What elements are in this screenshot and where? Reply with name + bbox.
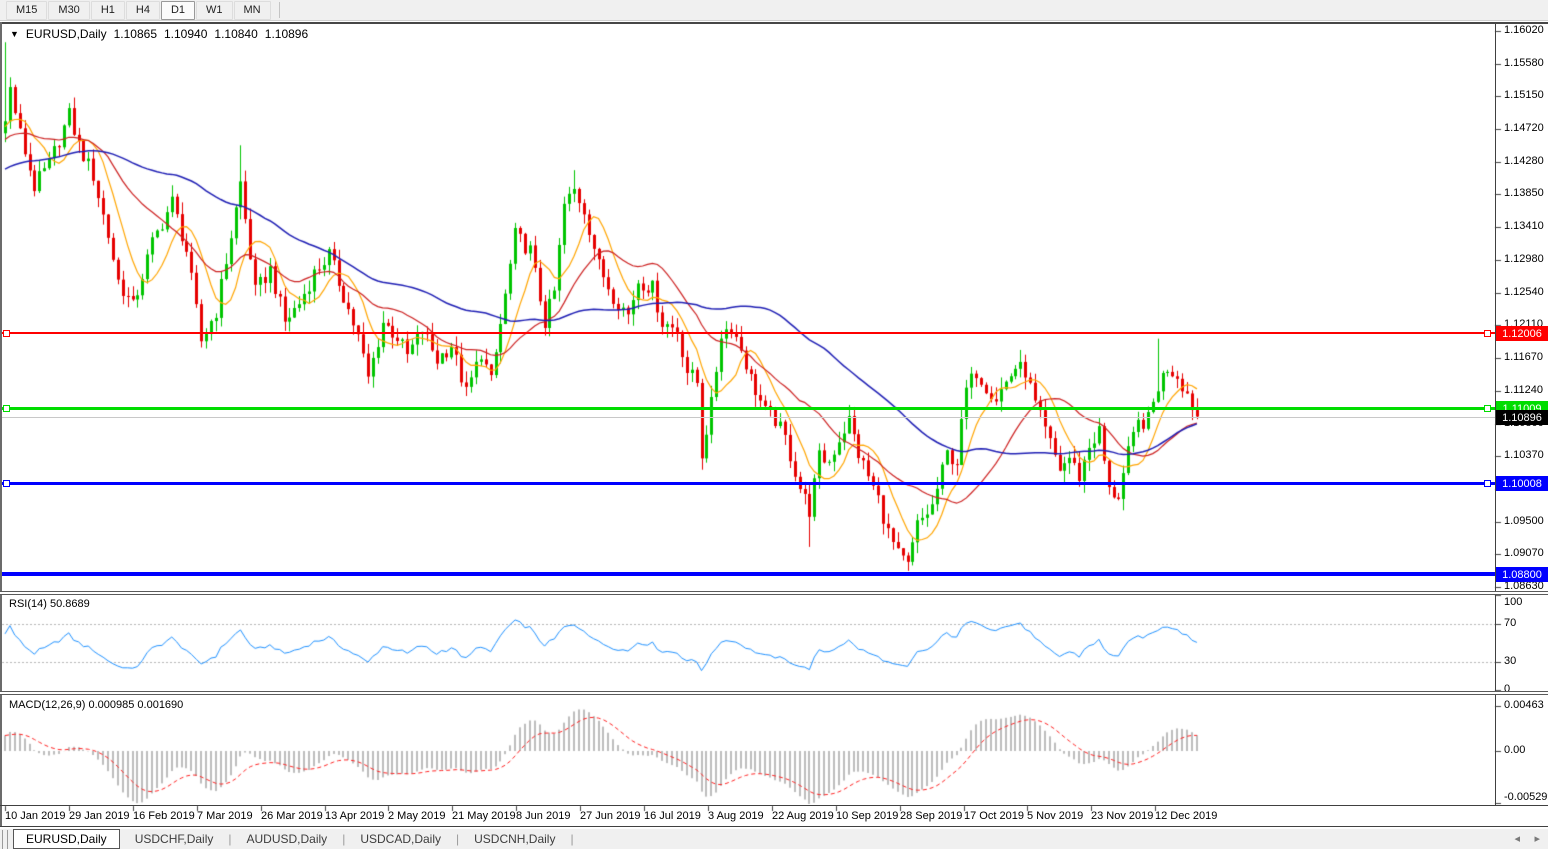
hline-handle-right-support-blue[interactable] bbox=[1484, 480, 1491, 487]
rsi-panel-splitter[interactable] bbox=[0, 591, 1548, 595]
ohlc-open: 1.10865 bbox=[114, 27, 157, 41]
price-axis-label: 1.13410 bbox=[1504, 220, 1544, 232]
price-axis-label: 1.11240 bbox=[1504, 384, 1543, 396]
tab-audusd-daily[interactable]: AUDUSD,Daily bbox=[232, 830, 343, 848]
date-label: 7 Mar 2019 bbox=[197, 810, 253, 822]
tab-usdcnh-daily[interactable]: USDCNH,Daily bbox=[459, 830, 570, 848]
price-axis-label: 1.13850 bbox=[1504, 187, 1544, 199]
symbol-label: EURUSD,Daily bbox=[26, 27, 107, 41]
rsi-axis-label: 30 bbox=[1504, 655, 1516, 667]
date-label: 3 Aug 2019 bbox=[708, 810, 764, 822]
timeframe-button-d1[interactable]: D1 bbox=[161, 1, 195, 20]
tab-usdchf-daily[interactable]: USDCHF,Daily bbox=[120, 830, 229, 848]
window-bottom-frame bbox=[0, 826, 1548, 827]
macd-title: MACD(12,26,9) 0.000985 0.001690 bbox=[9, 699, 183, 711]
tab-usdcad-daily[interactable]: USDCAD,Daily bbox=[345, 830, 456, 848]
date-label: 29 Jan 2019 bbox=[69, 810, 130, 822]
date-label: 17 Oct 2019 bbox=[964, 810, 1024, 822]
hline-handle-right-resistance-red[interactable] bbox=[1484, 330, 1491, 337]
timeframe-button-m15[interactable]: M15 bbox=[6, 1, 47, 20]
date-label: 10 Jan 2019 bbox=[5, 810, 66, 822]
price-axis-label: 1.09070 bbox=[1504, 547, 1544, 559]
macd-bottom-frame bbox=[0, 805, 1548, 806]
macd-panel-splitter[interactable] bbox=[0, 691, 1548, 695]
chart-tab-bar: EURUSD,DailyUSDCHF,Daily|AUDUSD,Daily|US… bbox=[0, 828, 1548, 849]
chevron-down-icon: ▼ bbox=[10, 29, 19, 39]
ohlc-close: 1.10896 bbox=[265, 27, 308, 41]
hline-current-price[interactable] bbox=[2, 417, 1495, 418]
price-axis-label: 1.09500 bbox=[1504, 515, 1544, 527]
price-axis-label: 1.12980 bbox=[1504, 253, 1544, 265]
price-badge-current-price: 1.10896 bbox=[1496, 410, 1548, 425]
macd-axis-label: 0.00463 bbox=[1504, 699, 1544, 711]
timeframe-button-h1[interactable]: H1 bbox=[91, 1, 125, 20]
hline-handle-left-resistance-green[interactable] bbox=[3, 405, 10, 412]
macd-axis-label: -0.005299 bbox=[1504, 791, 1548, 803]
price-axis-label: 1.10370 bbox=[1504, 449, 1544, 461]
window-left-frame bbox=[0, 22, 2, 827]
ohlc-high: 1.10940 bbox=[164, 27, 207, 41]
timeframe-toolbar: M15M30H1H4D1W1MN bbox=[0, 0, 1548, 21]
hline-support-blue-low[interactable] bbox=[2, 572, 1495, 576]
hline-resistance-green[interactable] bbox=[2, 407, 1495, 410]
price-axis-label: 1.11670 bbox=[1504, 351, 1543, 363]
window-top-frame bbox=[0, 22, 1548, 24]
price-axis-label: 1.14280 bbox=[1504, 155, 1544, 167]
date-label: 12 Dec 2019 bbox=[1155, 810, 1217, 822]
date-label: 16 Feb 2019 bbox=[133, 810, 195, 822]
rsi-axis-label: 70 bbox=[1504, 617, 1516, 629]
hline-resistance-red[interactable] bbox=[2, 332, 1495, 334]
timeframe-button-h4[interactable]: H4 bbox=[126, 1, 160, 20]
date-label: 26 Mar 2019 bbox=[261, 810, 323, 822]
timeframe-button-mn[interactable]: MN bbox=[234, 1, 271, 20]
price-axis-label: 1.12540 bbox=[1504, 286, 1544, 298]
date-label: 28 Sep 2019 bbox=[900, 810, 962, 822]
hline-handle-left-support-blue[interactable] bbox=[3, 480, 10, 487]
hline-support-blue[interactable] bbox=[2, 482, 1495, 485]
date-label: 16 Jul 2019 bbox=[644, 810, 701, 822]
tab-eurusd-daily[interactable]: EURUSD,Daily bbox=[13, 829, 120, 849]
date-label: 23 Nov 2019 bbox=[1091, 810, 1153, 822]
hline-handle-right-resistance-green[interactable] bbox=[1484, 405, 1491, 412]
date-label: 13 Apr 2019 bbox=[325, 810, 384, 822]
macd-axis-label: 0.00 bbox=[1504, 744, 1525, 756]
date-label: 8 Jun 2019 bbox=[516, 810, 570, 822]
timeframe-button-w1[interactable]: W1 bbox=[196, 1, 233, 20]
ohlc-low: 1.10840 bbox=[214, 27, 257, 41]
hline-handle-left-resistance-red[interactable] bbox=[3, 330, 10, 337]
rsi-axis-label: 100 bbox=[1504, 596, 1522, 608]
price-badge-support-blue: 1.10008 bbox=[1496, 476, 1548, 491]
date-label: 5 Nov 2019 bbox=[1027, 810, 1083, 822]
date-label: 2 May 2019 bbox=[388, 810, 445, 822]
tabbar-grip[interactable] bbox=[2, 830, 8, 849]
chart-legend: ▼ EURUSD,Daily 1.10865 1.10940 1.10840 1… bbox=[10, 27, 308, 41]
tab-separator: | bbox=[570, 832, 573, 846]
price-axis-label: 1.15580 bbox=[1504, 57, 1544, 69]
price-axis-label: 1.16020 bbox=[1504, 24, 1544, 36]
mt4-chart-window: M15M30H1H4D1W1MN ▼ EURUSD,Daily 1.10865 … bbox=[0, 0, 1548, 849]
tab-scroll-right-button[interactable]: ▸ bbox=[1534, 832, 1540, 845]
timeframe-button-m30[interactable]: M30 bbox=[48, 1, 89, 20]
chart-canvas[interactable] bbox=[0, 0, 1548, 849]
date-label: 27 Jun 2019 bbox=[580, 810, 641, 822]
price-badge-resistance-red: 1.12006 bbox=[1496, 326, 1548, 341]
date-label: 10 Sep 2019 bbox=[836, 810, 898, 822]
price-badge-support-blue-low: 1.08800 bbox=[1496, 567, 1548, 582]
rsi-title: RSI(14) 50.8689 bbox=[9, 598, 90, 610]
price-axis-label: 1.15150 bbox=[1504, 89, 1544, 101]
price-axis-label: 1.14720 bbox=[1504, 122, 1544, 134]
tab-scroll-left-button[interactable]: ◂ bbox=[1514, 832, 1520, 845]
date-label: 22 Aug 2019 bbox=[772, 810, 834, 822]
date-label: 21 May 2019 bbox=[452, 810, 516, 822]
toolbar-separator bbox=[279, 2, 280, 18]
